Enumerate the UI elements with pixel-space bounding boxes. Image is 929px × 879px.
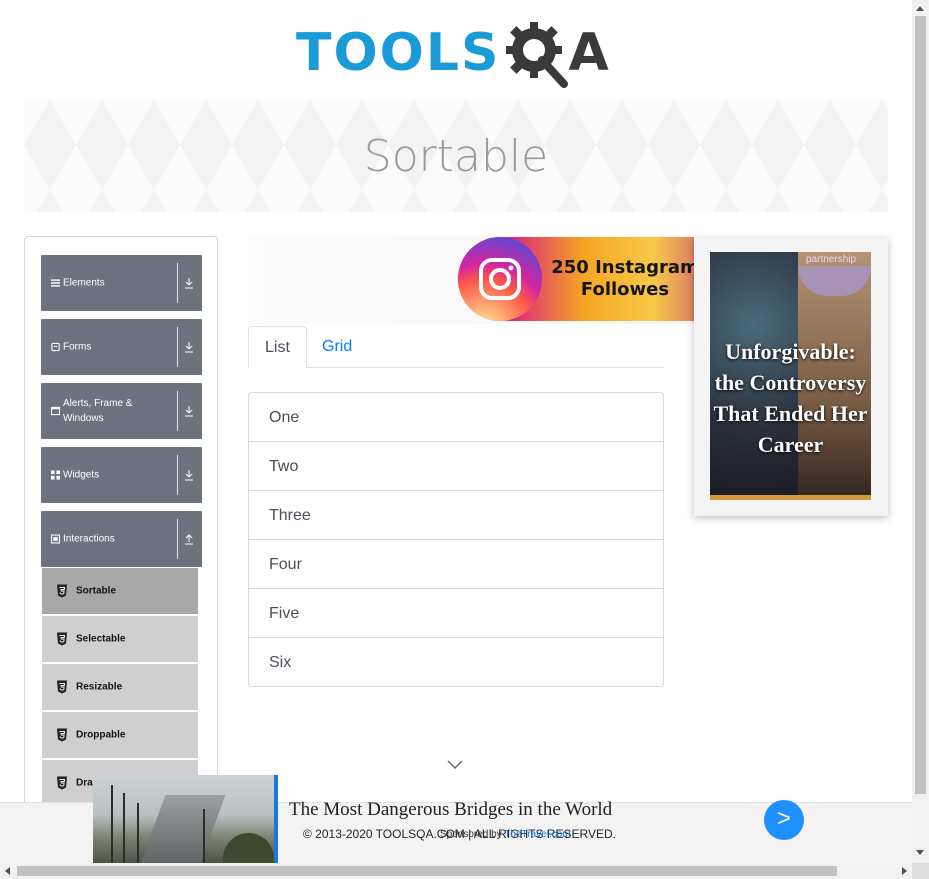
list-item[interactable]: One (249, 393, 663, 442)
list-icon (51, 279, 60, 287)
bottom-ad-title[interactable]: The Most Dangerous Bridges in the World (289, 799, 612, 821)
bottom-ad-image[interactable] (93, 775, 274, 863)
download-arrow-icon[interactable] (184, 405, 194, 417)
sidebar-item-label: Resizable (76, 681, 123, 693)
grid-icon (51, 470, 60, 480)
sidebar-item-label: Sortable (76, 585, 117, 597)
instagram-ad-pill: 250 Instagram Followes (458, 237, 694, 321)
window-icon (51, 406, 60, 416)
divider (177, 519, 178, 559)
sidebar-item-sortable[interactable]: Sortable (42, 568, 198, 614)
instagram-logo (458, 237, 542, 321)
html5-icon (57, 632, 67, 646)
divider (177, 327, 178, 367)
divider (177, 263, 178, 303)
bridge-road (140, 795, 226, 863)
sidebar-item-label: Dra (76, 777, 93, 789)
sponsor-source[interactable]: TheTravel.com (504, 829, 570, 840)
divider (177, 455, 178, 495)
download-arrow-icon[interactable] (184, 277, 194, 289)
instagram-ad-text: 250 Instagram Followes (551, 257, 694, 300)
sortable-list: One Two Three Four Five Six (248, 392, 664, 687)
ad-image: partnership Unforgivable: the Controvers… (710, 252, 871, 500)
sidebar-item-label: Droppable (76, 729, 126, 741)
upload-arrow-icon[interactable] (184, 533, 194, 545)
menu-group-elements[interactable]: Elements (41, 255, 202, 311)
tab-list[interactable]: List (248, 326, 307, 369)
scroll-right-arrow-icon[interactable] (902, 867, 907, 875)
scrollbar-corner (912, 863, 929, 879)
logo-text-a: A (568, 23, 609, 83)
chevron-down-icon[interactable] (447, 760, 463, 770)
list-item[interactable]: Two (249, 442, 663, 491)
menu-group-alerts-frame-windows[interactable]: Alerts, Frame & Windows (41, 383, 202, 439)
list-item[interactable]: Four (249, 540, 663, 589)
divider (177, 391, 178, 431)
menu-group-label: Interactions (63, 533, 115, 545)
vertical-scrollbar[interactable] (912, 0, 929, 863)
download-arrow-icon[interactable] (184, 341, 194, 353)
html5-icon (57, 584, 67, 598)
menu-group-label: Forms (63, 341, 92, 353)
instagram-ad[interactable]: 250 Instagram Followes (248, 236, 694, 324)
html5-icon (57, 776, 67, 790)
list-item[interactable]: Five (249, 589, 663, 638)
pylon (137, 803, 139, 863)
ad-accent-bar (274, 775, 278, 863)
sidebar-item-droppable[interactable]: Droppable (42, 712, 198, 758)
scroll-left-arrow-icon[interactable] (5, 867, 10, 875)
trees (223, 833, 274, 863)
list-item[interactable]: Three (249, 491, 663, 540)
tab-bar: List Grid (248, 326, 664, 369)
toolsqa-logo[interactable]: TOOLS A (296, 14, 609, 92)
page-banner: Sortable (24, 100, 888, 212)
sidebar-item-resizable[interactable]: Resizable (42, 664, 198, 710)
left-menu: Elements Forms Alerts, Frame & Windows W… (24, 236, 218, 836)
page-title: Sortable (363, 130, 549, 182)
sidebar-item-label: Selectable (76, 633, 126, 645)
vertical-scroll-thumb[interactable] (915, 16, 926, 794)
tab-grid[interactable]: Grid (306, 326, 368, 368)
pylon (123, 793, 125, 863)
logo-text: TOOLS (296, 23, 501, 83)
scroll-up-arrow-icon[interactable] (916, 6, 924, 11)
menu-group-label: Alerts, Frame & Windows (63, 398, 133, 424)
ad-partner-text: partnership (806, 254, 857, 265)
html5-icon (57, 728, 67, 742)
ad-headline: Unforgivable: the Controversy That Ended… (713, 339, 868, 457)
menu-group-label: Widgets (63, 469, 100, 481)
sidebar-item-selectable[interactable]: Selectable (42, 616, 198, 662)
menu-group-widgets[interactable]: Widgets (41, 447, 202, 503)
horizontal-scrollbar[interactable] (0, 863, 912, 879)
menu-group-interactions[interactable]: Interactions (41, 511, 202, 567)
right-ad[interactable]: partnership Unforgivable: the Controvers… (694, 238, 888, 516)
gear-q-icon (506, 22, 569, 88)
ad-go-button[interactable]: > (764, 800, 804, 840)
menu-group-label: Elements (63, 277, 105, 289)
menu-group-forms[interactable]: Forms (41, 319, 202, 375)
footer: © 2013-2020 TOOLSQA.COM | ALL RIGHTS RES… (0, 775, 912, 863)
download-arrow-icon[interactable] (184, 469, 194, 481)
pylon (111, 785, 113, 863)
instagram-icon (479, 258, 521, 300)
list-item[interactable]: Six (249, 638, 663, 686)
pylon (203, 809, 205, 863)
horizontal-scroll-thumb[interactable] (17, 866, 837, 876)
sponsor-prefix: Sponsored by (440, 829, 502, 840)
html5-icon (57, 680, 67, 694)
form-icon (51, 342, 60, 352)
box-icon (51, 534, 60, 544)
bottom-ad-sponsor: Sponsored by TheTravel.com (440, 829, 571, 840)
scroll-down-arrow-icon[interactable] (916, 850, 924, 855)
